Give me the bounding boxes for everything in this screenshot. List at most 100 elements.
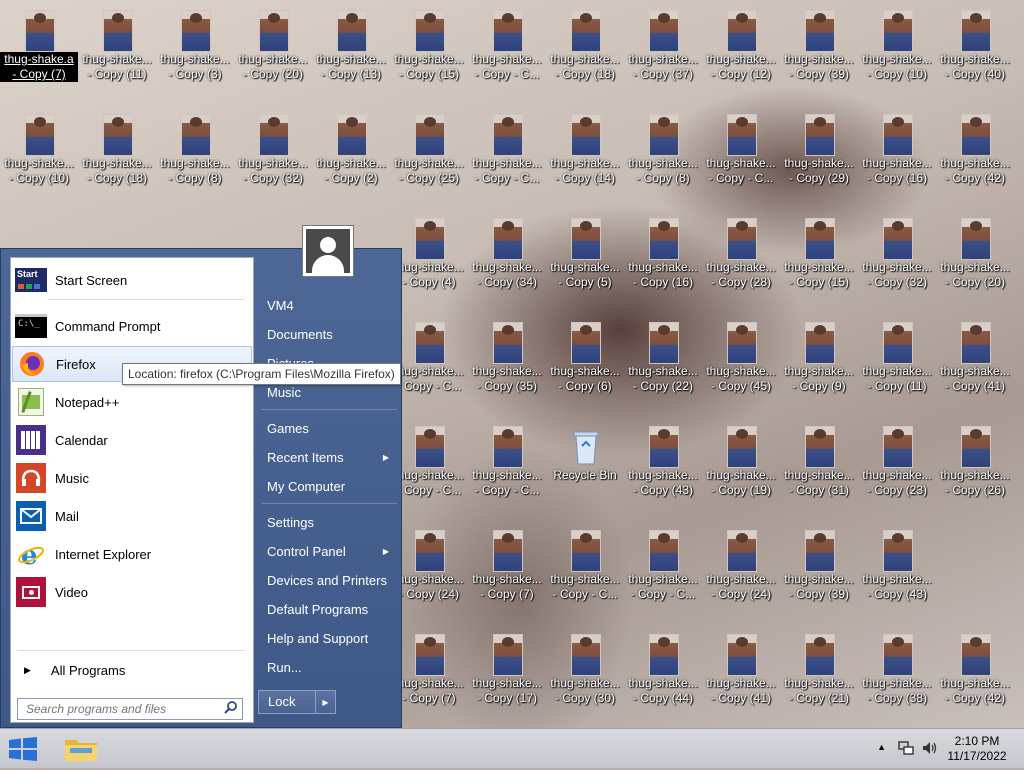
- desktop-file-icon[interactable]: thug-shake... - Copy (42): [936, 106, 1014, 210]
- desktop-file-icon[interactable]: thug-shake... - Copy (17): [468, 626, 546, 728]
- search-icon[interactable]: [224, 700, 238, 719]
- image-thumbnail-icon: [493, 114, 523, 156]
- desktop-icon-label: thug-shake... - Copy (41): [940, 364, 1010, 393]
- desktop-file-icon[interactable]: thug-shake... - Copy (14): [546, 106, 624, 210]
- desktop-file-icon[interactable]: thug-shake... - Copy (8): [156, 106, 234, 210]
- desktop-file-icon[interactable]: thug-shake... - Copy (44): [624, 626, 702, 728]
- recycle-bin-desktop-icon[interactable]: Recycle Bin: [546, 418, 624, 522]
- settings-link[interactable]: Settings: [259, 509, 399, 535]
- desktop-file-icon[interactable]: thug-shake... - Copy (43): [858, 522, 936, 626]
- desktop-file-icon[interactable]: thug-shake... - Copy (39): [780, 522, 858, 626]
- desktop-file-icon[interactable]: thug-shake... - Copy (35): [468, 314, 546, 418]
- desktop-file-icon[interactable]: thug-shake... - Copy (30): [546, 626, 624, 728]
- games-link[interactable]: Games: [259, 415, 399, 441]
- image-thumbnail-icon: [961, 114, 991, 156]
- program-internet-explorer[interactable]: e Internet Explorer: [12, 536, 252, 572]
- run-link[interactable]: Run...: [259, 654, 399, 680]
- desktop-file-icon[interactable]: thug-shake... - Copy (41): [702, 626, 780, 728]
- desktop-file-icon[interactable]: thug-shake... - Copy (42): [936, 626, 1014, 728]
- desktop-file-icon[interactable]: thug-shake... - Copy - C...: [468, 2, 546, 106]
- desktop-file-icon[interactable]: thug-shake... - Copy (6): [546, 314, 624, 418]
- program-notepad-plus-plus[interactable]: Notepad++: [12, 384, 252, 420]
- program-music[interactable]: Music: [12, 460, 252, 496]
- chevron-right-icon[interactable]: ▶: [316, 698, 335, 707]
- program-command-prompt[interactable]: C:\_ Command Prompt: [12, 308, 252, 344]
- desktop-file-icon[interactable]: thug-shake... - Copy (25): [390, 106, 468, 210]
- desktop-file-icon[interactable]: thug-shake... - Copy (22): [624, 314, 702, 418]
- image-thumbnail-icon: [571, 10, 601, 52]
- clock[interactable]: 2:10 PM 11/17/2022: [942, 734, 1012, 764]
- desktop-file-icon[interactable]: thug-shake... - Copy (13): [312, 2, 390, 106]
- desktop-file-icon[interactable]: thug-shake... - Copy (18): [78, 106, 156, 210]
- network-icon[interactable]: [898, 740, 914, 761]
- desktop-file-icon[interactable]: thug-shake... - Copy - C...: [468, 418, 546, 522]
- my-computer-link[interactable]: My Computer: [259, 473, 399, 499]
- desktop-file-icon[interactable]: thug-shake... - Copy (12): [702, 2, 780, 106]
- desktop-file-icon[interactable]: thug-shake... - Copy - C...: [702, 106, 780, 210]
- file-explorer-button[interactable]: [62, 733, 100, 765]
- desktop-file-icon[interactable]: thug-shake... - Copy (32): [858, 210, 936, 314]
- desktop-file-icon[interactable]: thug-shake... - Copy (10): [858, 2, 936, 106]
- desktop-file-icon[interactable]: thug-shake... - Copy (20): [234, 2, 312, 106]
- desktop-file-icon[interactable]: thug-shake... - Copy (29): [780, 106, 858, 210]
- desktop-file-icon[interactable]: thug-shake... - Copy (28): [702, 210, 780, 314]
- desktop-file-icon[interactable]: thug-shake... - Copy (16): [858, 106, 936, 210]
- desktop-icon-label: thug-shake... - Copy (37): [628, 52, 698, 81]
- user-folder-link[interactable]: VM4: [259, 292, 399, 318]
- desktop-file-icon[interactable]: thug-shake... - Copy (20): [936, 210, 1014, 314]
- desktop-file-icon[interactable]: thug-shake... - Copy - C...: [468, 106, 546, 210]
- volume-icon[interactable]: [922, 740, 938, 761]
- music-icon: [15, 463, 47, 493]
- recent-items-link[interactable]: Recent Items ▶: [259, 444, 399, 470]
- desktop-file-icon[interactable]: thug-shake... - Copy (10): [0, 106, 78, 210]
- desktop-file-icon[interactable]: thug-shake... - Copy (18): [546, 2, 624, 106]
- program-mail[interactable]: Mail: [12, 498, 252, 534]
- desktop-file-icon[interactable]: thug-shake... - Copy (32): [234, 106, 312, 210]
- desktop-icon-label: Recycle Bin: [553, 468, 617, 482]
- default-programs-link[interactable]: Default Programs: [259, 596, 399, 622]
- desktop-file-icon[interactable]: thug-shake... - Copy (2): [312, 106, 390, 210]
- devices-printers-link[interactable]: Devices and Printers: [259, 567, 399, 593]
- desktop-file-icon[interactable]: thug-shake... - Copy - C...: [624, 522, 702, 626]
- desktop-file-icon[interactable]: thug-shake... - Copy (43): [624, 418, 702, 522]
- desktop-file-icon[interactable]: thug-shake... - Copy (39): [780, 2, 858, 106]
- search-input[interactable]: [24, 701, 224, 717]
- desktop-file-icon[interactable]: thug-shake... - Copy (23): [858, 418, 936, 522]
- start-button[interactable]: [8, 737, 38, 761]
- desktop-file-icon[interactable]: thug-shake... - Copy (7): [468, 522, 546, 626]
- desktop-file-icon[interactable]: thug-shake... - Copy (15): [780, 210, 858, 314]
- search-box[interactable]: [17, 698, 243, 720]
- desktop-file-icon[interactable]: thug-shake... - Copy (40): [936, 2, 1014, 106]
- all-programs-button[interactable]: ▶ All Programs: [12, 656, 252, 684]
- desktop-file-icon[interactable]: thug-shake... - Copy (16): [624, 210, 702, 314]
- program-calendar[interactable]: Calendar: [12, 422, 252, 458]
- desktop-file-icon[interactable]: thug-shake... - Copy (11): [858, 314, 936, 418]
- desktop-file-icon[interactable]: thug-shake... - Copy (5): [546, 210, 624, 314]
- desktop-file-icon[interactable]: thug-shake... - Copy (38): [858, 626, 936, 728]
- desktop-file-icon[interactable]: thug-shake... - Copy (21): [780, 626, 858, 728]
- show-hidden-icons-icon[interactable]: ▲: [877, 742, 886, 752]
- documents-link[interactable]: Documents: [259, 321, 399, 347]
- image-thumbnail-icon: [493, 10, 523, 52]
- lock-button[interactable]: Lock ▶: [258, 690, 336, 714]
- desktop-file-icon[interactable]: thug-shake... - Copy - C...: [546, 522, 624, 626]
- desktop-file-icon[interactable]: thug-shake... - Copy (19): [702, 418, 780, 522]
- help-support-link[interactable]: Help and Support: [259, 625, 399, 651]
- control-panel-link[interactable]: Control Panel ▶: [259, 538, 399, 564]
- desktop-file-icon[interactable]: thug-shake... - Copy (45): [702, 314, 780, 418]
- desktop-file-icon[interactable]: thug-shake... - Copy (37): [624, 2, 702, 106]
- desktop-file-icon[interactable]: thug-shake... - Copy (24): [702, 522, 780, 626]
- desktop-file-icon[interactable]: thug-shake... - Copy (8): [624, 106, 702, 210]
- desktop-file-icon[interactable]: thug-shake... - Copy (34): [468, 210, 546, 314]
- desktop-file-icon[interactable]: thug-shake... - Copy (41): [936, 314, 1014, 418]
- desktop-file-icon[interactable]: thug-shake.a - Copy (7): [0, 2, 78, 106]
- user-avatar[interactable]: [302, 225, 354, 277]
- desktop-file-icon[interactable]: thug-shake... - Copy (3): [156, 2, 234, 106]
- desktop-file-icon[interactable]: thug-shake... - Copy (9): [780, 314, 858, 418]
- program-video[interactable]: Video: [12, 574, 252, 610]
- desktop-file-icon[interactable]: thug-shake... - Copy (31): [780, 418, 858, 522]
- program-start-screen[interactable]: Start Start Screen: [12, 262, 252, 298]
- desktop-file-icon[interactable]: thug-shake... - Copy (15): [390, 2, 468, 106]
- desktop-file-icon[interactable]: thug-shake... - Copy (11): [78, 2, 156, 106]
- desktop-file-icon[interactable]: thug-shake... - Copy (26): [936, 418, 1014, 522]
